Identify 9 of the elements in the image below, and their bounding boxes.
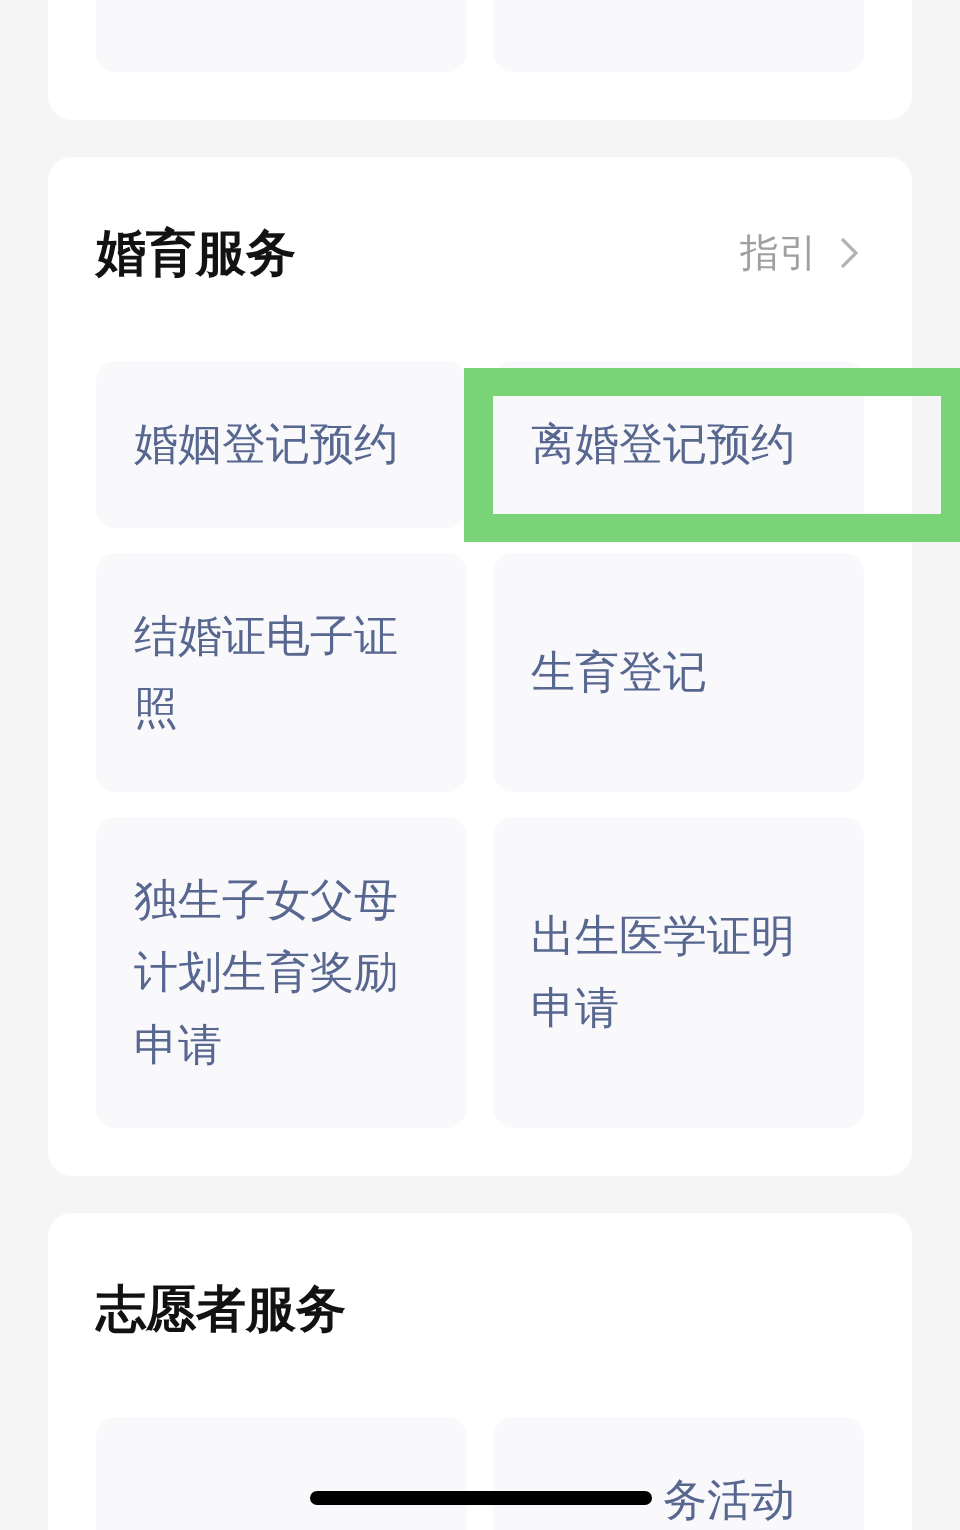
service-tile[interactable]: 务活动 xyxy=(493,1417,864,1530)
section-title: 婚育服务 xyxy=(96,224,296,283)
service-tile[interactable]: 结婚证电子证照 xyxy=(96,552,467,792)
section-title: 志愿者服务 xyxy=(96,1280,346,1339)
service-tile[interactable]: 生育登记 xyxy=(493,552,864,792)
service-tile[interactable]: 婚姻登记预约 xyxy=(96,361,467,528)
service-tile[interactable]: 独生子女父母计划生育奖励申请 xyxy=(96,816,467,1128)
chevron-right-icon xyxy=(840,237,858,269)
service-tile[interactable]: 出生医学证明申请 xyxy=(493,816,864,1128)
